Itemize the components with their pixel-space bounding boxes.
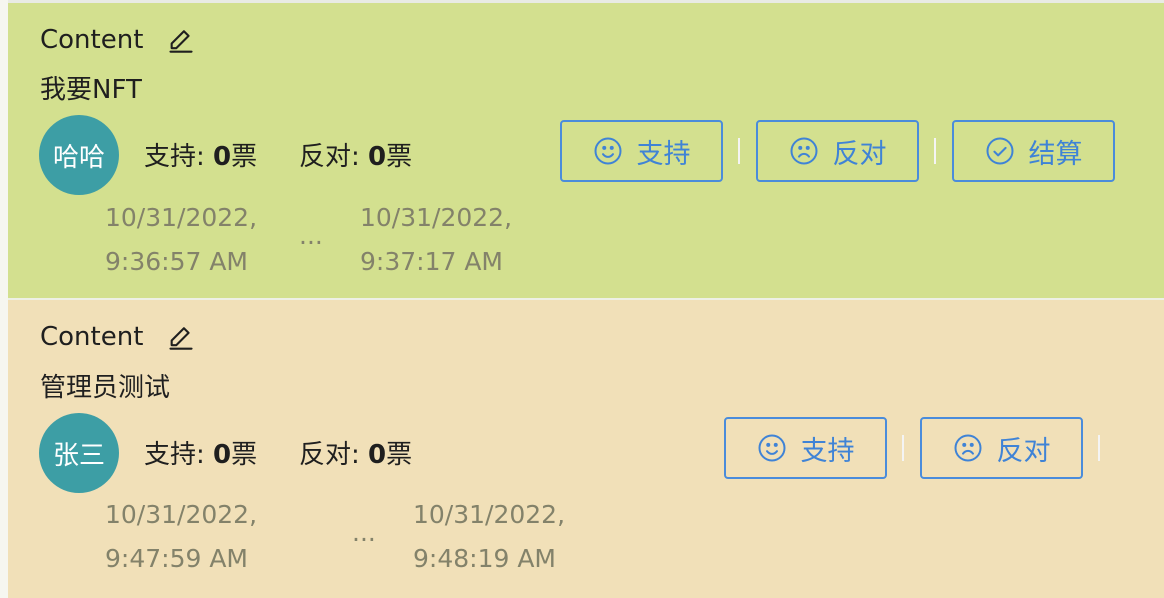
support-count: 支持: 0票: [144, 440, 258, 470]
post-title-row: Content: [40, 322, 195, 352]
button-separator: [738, 138, 740, 164]
button-separator: [934, 138, 936, 164]
start-time: 10/31/2022, 9:47:59 AM: [105, 500, 258, 573]
avatar: 哈哈: [39, 115, 119, 195]
time-range-ellipsis: ...: [299, 221, 323, 250]
avatar: 张三: [39, 413, 119, 493]
post-content: 我要NFT: [40, 75, 142, 105]
oppose-button[interactable]: 反对: [920, 417, 1083, 479]
start-time: 10/31/2022, 9:36:57 AM: [105, 203, 258, 276]
end-time: 10/31/2022, 9:48:19 AM: [413, 500, 566, 573]
end-time: 10/31/2022, 9:37:17 AM: [360, 203, 513, 276]
left-border: [0, 0, 8, 598]
button-separator: [902, 435, 904, 461]
smile-icon: [594, 137, 621, 165]
oppose-count: 反对: 0票: [299, 440, 413, 470]
check-circle-icon: [986, 137, 1013, 165]
frown-icon: [790, 137, 817, 165]
frown-icon: [954, 434, 981, 462]
post-card: Content 我要NFT 哈哈 支持: 0票 反对: 0票 支持 反对 结算: [8, 3, 1164, 298]
post-title: Content: [40, 322, 144, 352]
support-count: 支持: 0票: [144, 142, 258, 172]
post-content: 管理员测试: [40, 373, 171, 403]
post-card: Content 管理员测试 张三 支持: 0票 反对: 0票 支持 反对 10/…: [8, 300, 1164, 598]
time-range-ellipsis: ...: [352, 518, 376, 547]
edit-icon[interactable]: [167, 323, 195, 351]
settle-button[interactable]: 结算: [952, 120, 1115, 182]
post-title-row: Content: [40, 25, 195, 55]
edit-icon[interactable]: [167, 26, 195, 54]
support-button[interactable]: 支持: [724, 417, 887, 479]
oppose-count: 反对: 0票: [299, 142, 413, 172]
post-title: Content: [40, 25, 144, 55]
smile-icon: [758, 434, 785, 462]
oppose-button[interactable]: 反对: [756, 120, 919, 182]
support-button[interactable]: 支持: [560, 120, 723, 182]
button-separator: [1098, 435, 1100, 461]
